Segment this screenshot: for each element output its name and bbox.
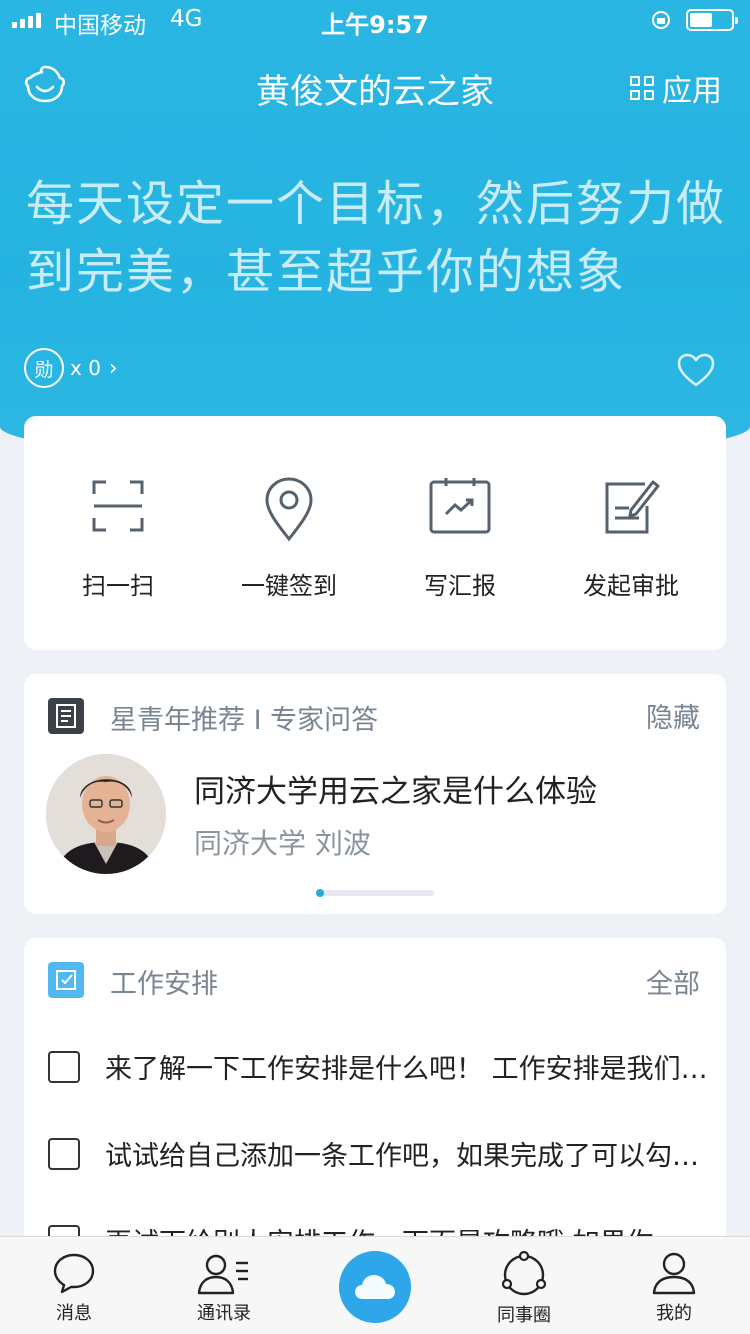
- top-navbar: 黄俊文的云之家 应用: [0, 55, 750, 115]
- task-text: 试试给自己添加一条工作吧，如果完成了可以勾选完成: [105, 1141, 710, 1172]
- medal-count: x 0: [70, 356, 101, 380]
- circle-network-icon: [501, 1251, 547, 1296]
- status-time: 上午9:57: [321, 11, 429, 39]
- checkin-label: 一键签到: [241, 572, 337, 600]
- report-label: 写汇报: [424, 572, 496, 600]
- recommend-title[interactable]: 同济大学用云之家是什么体验: [194, 766, 597, 811]
- approval-edit-icon: [605, 480, 660, 534]
- apps-label: 应用: [662, 74, 722, 109]
- quick-actions-card: 扫一扫 一键签到 写汇报 发起审批: [24, 416, 726, 650]
- battery-icon: [686, 9, 738, 31]
- task-check-icon: [48, 962, 84, 998]
- user-icon: [652, 1252, 696, 1295]
- report-action[interactable]: 写汇报: [370, 476, 550, 601]
- all-button[interactable]: 全部: [646, 962, 700, 1001]
- scan-label: 扫一扫: [82, 572, 154, 600]
- tab-colleague-circle[interactable]: 同事圈: [469, 1251, 579, 1327]
- task-item[interactable]: 来了解一下工作安排是什么吧！ 工作安排是我们为你准备的: [48, 1047, 710, 1087]
- apps-button[interactable]: 应用: [630, 66, 722, 110]
- status-bar: 中国移动 4G 上午9:57: [0, 0, 750, 40]
- scan-action[interactable]: 扫一扫: [28, 476, 208, 601]
- approval-label: 发起审批: [583, 572, 679, 600]
- document-icon: [48, 698, 84, 734]
- tab-me[interactable]: 我的: [619, 1251, 729, 1325]
- contacts-icon: [197, 1254, 248, 1295]
- carousel-dot: [316, 889, 324, 897]
- carousel-indicator: [316, 889, 434, 897]
- recommend-author: 同济大学 刘波: [194, 827, 371, 860]
- medal-icon: 勋: [24, 348, 64, 388]
- cloud-icon: [355, 1275, 395, 1299]
- rotation-lock-icon: [652, 11, 670, 29]
- author-avatar[interactable]: [46, 754, 166, 874]
- grid-icon: [630, 76, 654, 100]
- tab-colleague-label: 同事圈: [497, 1305, 551, 1326]
- tab-me-label: 我的: [656, 1303, 692, 1324]
- tab-messages[interactable]: 消息: [19, 1251, 129, 1325]
- medal-link[interactable]: 勋 x 0 ›: [24, 348, 118, 388]
- tab-contacts[interactable]: 通讯录: [169, 1251, 279, 1325]
- chevron-right-icon: ›: [108, 355, 118, 381]
- tab-contacts-label: 通讯录: [197, 1303, 251, 1324]
- bottom-tab-bar: 消息 通讯录 同事圈 我的: [0, 1236, 750, 1334]
- task-checkbox[interactable]: [48, 1138, 80, 1170]
- recommend-card: 星青年推荐 I 专家问答 隐藏 同济大学用云之家是什么体验 同济大学 刘波: [24, 674, 726, 914]
- hide-button[interactable]: 隐藏: [646, 696, 700, 735]
- task-text: 来了解一下工作安排是什么吧！ 工作安排是我们为你准备的: [105, 1054, 710, 1085]
- scan-icon: [92, 480, 144, 532]
- tab-cloud-home[interactable]: [339, 1251, 411, 1323]
- work-header: 工作安排: [110, 969, 218, 1000]
- checkin-action[interactable]: 一键签到: [199, 476, 379, 601]
- location-pin-icon: [265, 477, 313, 542]
- task-checkbox[interactable]: [48, 1051, 80, 1083]
- chat-bubble-icon: [53, 1253, 95, 1294]
- daily-motto: 每天设定一个目标，然后努力做到完美，甚至超乎你的想象: [26, 176, 727, 300]
- tab-messages-label: 消息: [56, 1303, 92, 1324]
- approval-action[interactable]: 发起审批: [541, 476, 721, 601]
- recommend-header: 星青年推荐 I 专家问答: [110, 705, 379, 736]
- report-icon: [429, 478, 491, 534]
- task-item[interactable]: 试试给自己添加一条工作吧，如果完成了可以勾选完成: [48, 1134, 710, 1174]
- heart-icon[interactable]: [676, 352, 716, 388]
